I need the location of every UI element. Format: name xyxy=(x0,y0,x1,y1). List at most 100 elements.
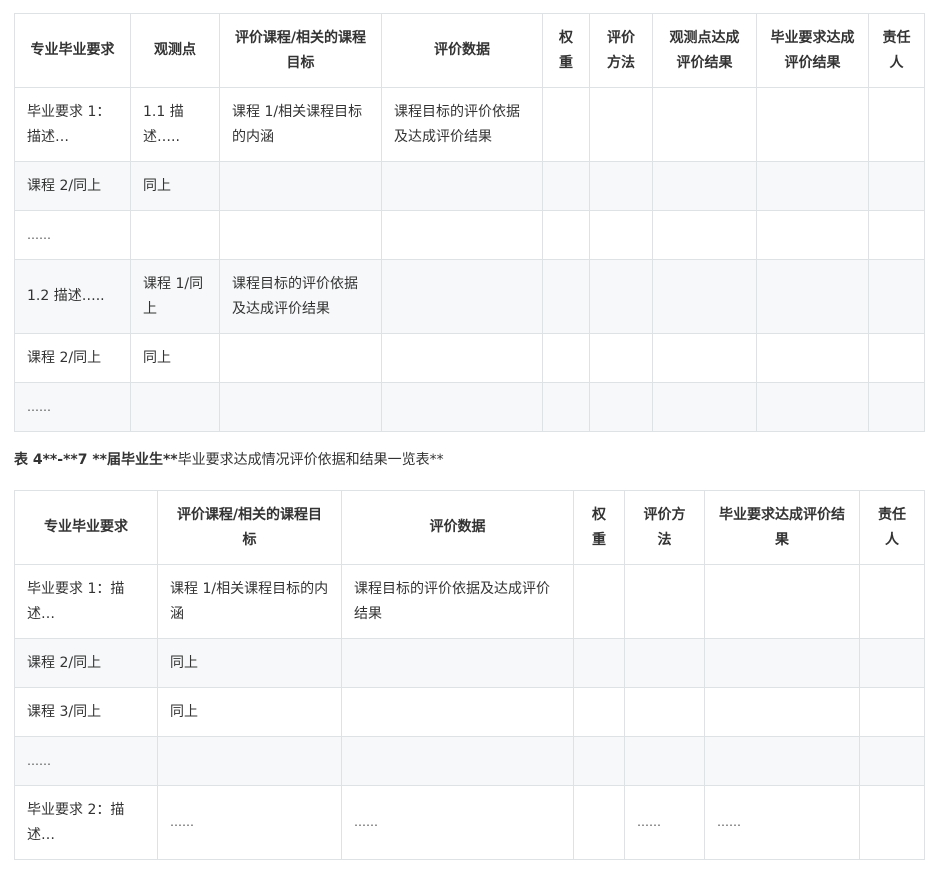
table-cell: 课程目标的评价依据及达成评价结果 xyxy=(381,87,543,162)
table-cell: …… xyxy=(341,785,574,860)
caption-text: 毕业要求达成情况评价依据和结果一览表** xyxy=(177,452,444,468)
table-cell xyxy=(219,333,382,383)
table-cell xyxy=(542,259,590,334)
graduation-requirement-table: 专业毕业要求 评价课程/相关的课程目标 评价数据 权重 评价方法 毕业要求达成评… xyxy=(14,490,925,860)
table-cell xyxy=(704,638,860,688)
table-row: 毕业要求 1：描述… 课程 1/相关课程目标的内涵 课程目标的评价依据及达成评价… xyxy=(14,564,925,639)
table-row: 毕业要求 1：描述… 1.1 描述….. 课程 1/相关课程目标的内涵 课程目标… xyxy=(14,87,925,162)
table-cell: 课程 1/相关课程目标的内涵 xyxy=(157,564,342,639)
table-cell xyxy=(859,785,925,860)
table-cell xyxy=(652,259,757,334)
table-cell xyxy=(157,736,342,786)
table-cell: 课程 3/同上 xyxy=(14,687,158,737)
table-cell xyxy=(868,87,925,162)
table-cell: 毕业要求 2：描述… xyxy=(14,785,158,860)
header-cell: 责任人 xyxy=(868,13,925,88)
table-cell xyxy=(542,161,590,211)
table-cell: 课程目标的评价依据及达成评价结果 xyxy=(219,259,382,334)
table-cell xyxy=(219,161,382,211)
table-cell xyxy=(589,210,653,260)
table-cell xyxy=(756,259,869,334)
table-cell xyxy=(652,87,757,162)
table-cell xyxy=(859,564,925,639)
table-cell xyxy=(219,382,382,432)
header-cell: 观测点 xyxy=(130,13,220,88)
header-cell: 专业毕业要求 xyxy=(14,13,131,88)
table-cell xyxy=(589,333,653,383)
table-cell xyxy=(624,638,705,688)
header-cell: 评价课程/相关的课程目标 xyxy=(219,13,382,88)
table-cell: 1.1 描述….. xyxy=(130,87,220,162)
table-cell xyxy=(756,210,869,260)
table-cell xyxy=(542,333,590,383)
table-row: 1.2 描述….. 课程 1/同上 课程目标的评价依据及达成评价结果 xyxy=(14,259,925,334)
table-cell xyxy=(624,736,705,786)
table-cell xyxy=(589,161,653,211)
table-cell xyxy=(859,687,925,737)
table-cell xyxy=(624,687,705,737)
table-row: 课程 2/同上 同上 xyxy=(14,333,925,383)
table-cell: 1.2 描述….. xyxy=(14,259,131,334)
header-cell: 评价数据 xyxy=(341,490,574,565)
table-cell xyxy=(542,210,590,260)
table-cell: …… xyxy=(157,785,342,860)
table-cell: 课程 2/同上 xyxy=(14,161,131,211)
table-cell: 课程 1/同上 xyxy=(130,259,220,334)
table-cell xyxy=(756,382,869,432)
header-cell: 专业毕业要求 xyxy=(14,490,158,565)
table-cell xyxy=(573,564,625,639)
table-cell xyxy=(542,382,590,432)
table-cell xyxy=(624,564,705,639)
table-cell xyxy=(756,161,869,211)
table-cell xyxy=(859,638,925,688)
header-cell: 责任人 xyxy=(859,490,925,565)
table-header-row: 专业毕业要求 评价课程/相关的课程目标 评价数据 权重 评价方法 毕业要求达成评… xyxy=(14,490,925,565)
table-cell: …… xyxy=(624,785,705,860)
table-cell xyxy=(381,333,543,383)
header-cell: 评价课程/相关的课程目标 xyxy=(157,490,342,565)
table-cell xyxy=(652,333,757,383)
table-cell xyxy=(868,210,925,260)
table-cell xyxy=(341,638,574,688)
table-cell xyxy=(381,210,543,260)
table-cell: 同上 xyxy=(130,161,220,211)
table-cell xyxy=(868,161,925,211)
table-cell: …… xyxy=(14,382,131,432)
table-cell xyxy=(859,736,925,786)
document-page: 专业毕业要求 观测点 评价课程/相关的课程目标 评价数据 权重 评价方法 观测点… xyxy=(0,0,938,876)
table-row: …… xyxy=(14,210,925,260)
header-cell: 评价方法 xyxy=(624,490,705,565)
table-cell xyxy=(381,382,543,432)
table-cell xyxy=(589,382,653,432)
table-cell: …… xyxy=(704,785,860,860)
header-cell: 评价数据 xyxy=(381,13,543,88)
table-cell: 课程目标的评价依据及达成评价结果 xyxy=(341,564,574,639)
table-row: 课程 2/同上 同上 xyxy=(14,638,925,688)
table-cell xyxy=(704,687,860,737)
table-cell xyxy=(704,564,860,639)
header-cell: 毕业要求达成评价结果 xyxy=(704,490,860,565)
table-cell xyxy=(589,259,653,334)
table-cell xyxy=(589,87,653,162)
table-cell xyxy=(542,87,590,162)
table-cell xyxy=(704,736,860,786)
table-cell xyxy=(341,736,574,786)
table-cell xyxy=(868,382,925,432)
table-row: …… xyxy=(14,736,925,786)
table-cell: 毕业要求 1：描述… xyxy=(14,564,158,639)
table-row: 课程 3/同上 同上 xyxy=(14,687,925,737)
table-cell: 课程 2/同上 xyxy=(14,638,158,688)
header-cell: 权重 xyxy=(573,490,625,565)
table-cell xyxy=(868,333,925,383)
table-row: …… xyxy=(14,382,925,432)
table-cell: …… xyxy=(14,210,131,260)
table-cell xyxy=(573,736,625,786)
table-cell: 同上 xyxy=(157,638,342,688)
header-cell: 权重 xyxy=(542,13,590,88)
table-cell xyxy=(341,687,574,737)
table-cell xyxy=(130,382,220,432)
table-cell xyxy=(573,785,625,860)
table-cell: …… xyxy=(14,736,158,786)
table-cell xyxy=(130,210,220,260)
table-header-row: 专业毕业要求 观测点 评价课程/相关的课程目标 评价数据 权重 评价方法 观测点… xyxy=(14,13,925,88)
